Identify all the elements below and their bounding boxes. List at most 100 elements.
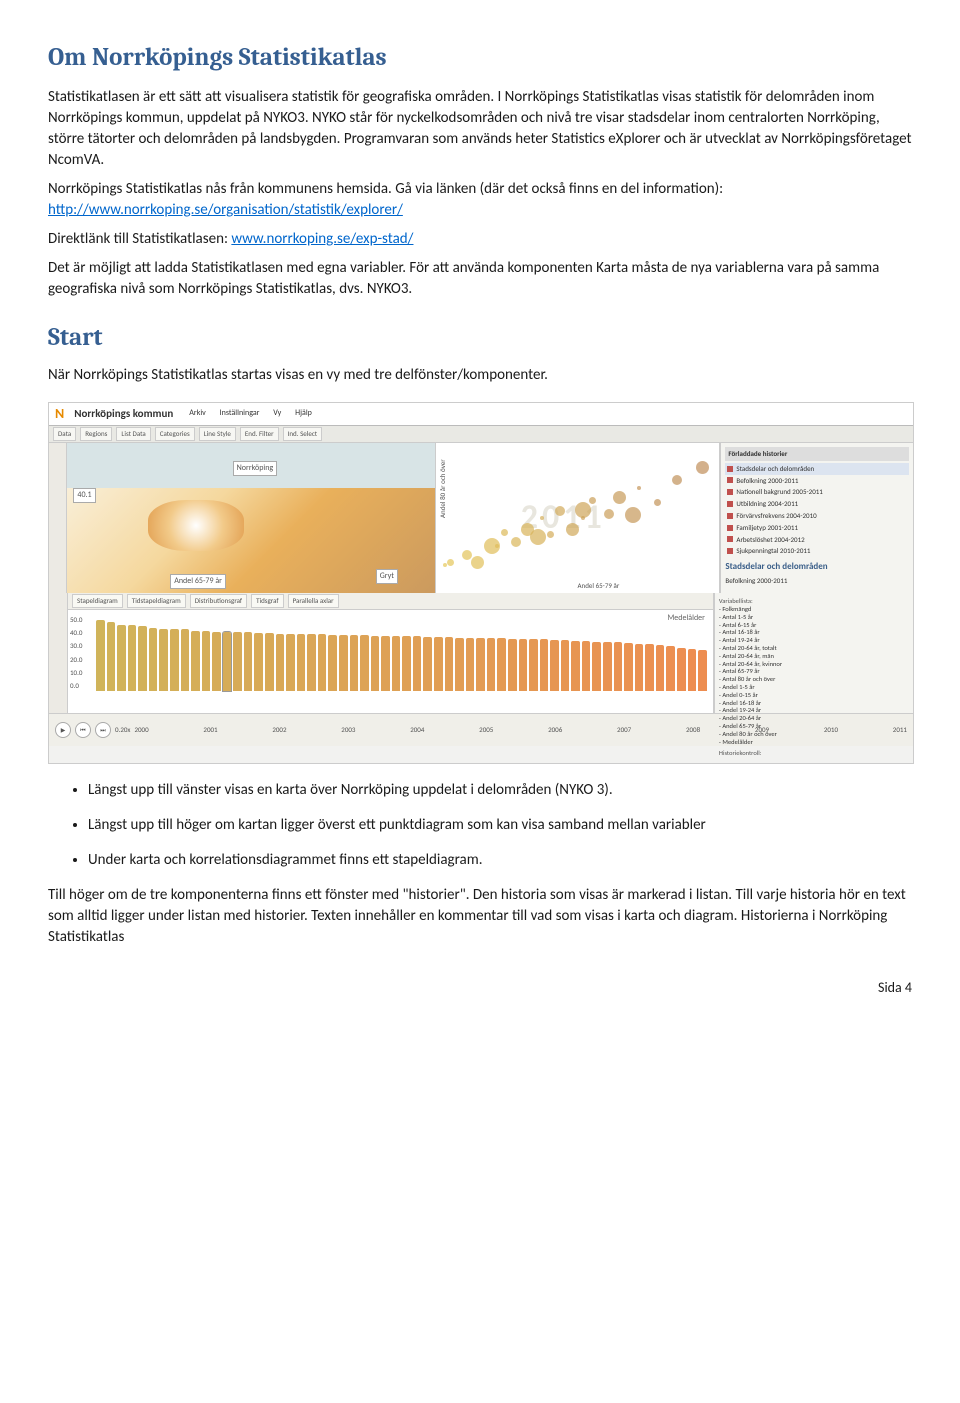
story-item[interactable]: Familjetyp 2001-2011 (725, 522, 909, 534)
scatter-dot[interactable] (654, 499, 661, 506)
toolbar-ind-select[interactable]: Ind. Select (283, 427, 323, 441)
bar[interactable] (466, 638, 475, 691)
bar[interactable] (212, 632, 221, 691)
bar[interactable] (350, 635, 359, 691)
hist-btn-skapa[interactable]: Skapa (719, 763, 742, 764)
bar[interactable] (191, 631, 200, 691)
scatter-dot[interactable] (547, 531, 554, 538)
bar[interactable] (677, 648, 686, 691)
story-item[interactable]: Nationell bakgrund 2005-2011 (725, 486, 909, 498)
bar[interactable] (381, 636, 390, 691)
bar-tab-tidstapeldiagram[interactable]: Tidstapeldiagram (127, 594, 186, 608)
scatter-dot[interactable] (672, 475, 682, 485)
timeline-year[interactable]: 2006 (548, 725, 562, 735)
timeline-year[interactable]: 2005 (479, 725, 493, 735)
scatter-dot[interactable] (447, 559, 454, 566)
scatter-dot[interactable] (589, 497, 596, 504)
bar[interactable] (413, 636, 422, 691)
bar-tab-stapeldiagram[interactable]: Stapeldiagram (72, 594, 123, 608)
bar[interactable] (434, 637, 443, 691)
bar[interactable] (181, 629, 190, 691)
toolbar-line-style[interactable]: Line Style (199, 427, 236, 441)
scatter-dot[interactable] (471, 556, 484, 569)
scatter-dot[interactable] (495, 544, 499, 548)
toolbar-categories[interactable]: Categories (155, 427, 195, 441)
toolbar-data[interactable]: Data (53, 427, 76, 441)
menu-hjalp[interactable]: Hjälp (295, 408, 312, 418)
hist-btn-ta bort[interactable]: Ta bort (834, 763, 861, 764)
timeline-year[interactable]: 2011 (893, 725, 907, 735)
link-explorer[interactable]: http://www.norrkoping.se/organisation/st… (48, 201, 403, 219)
bar[interactable] (624, 643, 633, 691)
scatter-dot[interactable] (511, 537, 521, 547)
toolbar-list-data[interactable]: List Data (116, 427, 150, 441)
story-item[interactable]: Förvärvsfrekvens 2004-2010 (725, 510, 909, 522)
timeline-year[interactable]: 2010 (824, 725, 838, 735)
bar[interactable] (128, 625, 137, 691)
hist-btn-redigera[interactable]: Redigera (745, 763, 776, 764)
play-button-icon[interactable]: ▶ (55, 722, 71, 738)
bar[interactable] (223, 632, 232, 691)
hist-btn-spara[interactable]: Spara (808, 763, 831, 764)
bar[interactable] (656, 645, 665, 691)
bar[interactable] (286, 634, 295, 691)
bar[interactable] (592, 642, 601, 691)
bar[interactable] (445, 637, 454, 691)
bar-tab-tidsgraf[interactable]: Tidsgraf (251, 594, 283, 608)
scatter-dot[interactable] (540, 516, 544, 520)
bar[interactable] (423, 637, 432, 691)
bar-tab-parallella axlar[interactable]: Parallella axlar (288, 594, 339, 608)
bar[interactable] (170, 629, 179, 691)
scatter-dot[interactable] (625, 507, 641, 523)
timeline-year[interactable]: 2000 (134, 725, 148, 735)
bar-panel[interactable]: Stapeldiagram Tidstapeldiagram Distributio… (68, 593, 714, 713)
scatter-dot[interactable] (604, 509, 614, 519)
map-panel[interactable]: 40.1 Norrköping Gryt Andel 65-79 år (67, 443, 435, 593)
bar[interactable] (476, 638, 485, 691)
timeline-year[interactable]: 2003 (341, 725, 355, 735)
menu-arkiv[interactable]: Arkiv (189, 408, 206, 418)
toolbar-regions[interactable]: Regions (80, 427, 112, 441)
bar[interactable] (519, 639, 528, 691)
scatter-dot[interactable] (530, 529, 546, 545)
bar[interactable] (276, 634, 285, 691)
story-item[interactable]: Stadsdelar och delområden (725, 463, 909, 475)
scatter-dot[interactable] (443, 563, 447, 567)
scatter-dot[interactable] (637, 486, 641, 490)
bar[interactable] (244, 632, 253, 691)
scatter-dot[interactable] (501, 529, 508, 536)
bar[interactable] (339, 635, 348, 691)
bar[interactable] (107, 622, 116, 691)
bar[interactable] (455, 638, 464, 691)
link-exp-stad[interactable]: www.norrkoping.se/exp-stad/ (231, 230, 413, 248)
bar[interactable] (307, 634, 316, 691)
scatter-dot[interactable] (613, 491, 626, 504)
scatter-dot[interactable] (566, 523, 579, 536)
bar[interactable] (529, 639, 538, 691)
bar-tab-distributionsgraf[interactable]: Distributionsgraf (190, 594, 247, 608)
bar[interactable] (571, 641, 580, 691)
bar[interactable] (138, 626, 147, 691)
bar[interactable] (117, 625, 126, 691)
bar[interactable] (487, 638, 496, 691)
bar[interactable] (561, 640, 570, 691)
scatter-dot[interactable] (696, 461, 709, 474)
bar[interactable] (318, 634, 327, 691)
bar[interactable] (297, 634, 306, 691)
toolbar-end-filter[interactable]: End. Filter (240, 427, 279, 441)
bar[interactable] (603, 642, 612, 691)
timeline-year[interactable]: 2004 (410, 725, 424, 735)
bar[interactable] (328, 635, 337, 691)
bar[interactable] (666, 646, 675, 691)
scatter-dot[interactable] (581, 516, 585, 520)
timeline-year[interactable]: 2009 (755, 725, 769, 735)
bar[interactable] (508, 639, 517, 691)
timeline-year[interactable]: 2002 (272, 725, 286, 735)
story-item[interactable]: Utbildning 2004-2011 (725, 498, 909, 510)
story-item[interactable]: Sjukpenningtal 2010-2011 (725, 545, 909, 557)
bar[interactable] (392, 636, 401, 691)
bar[interactable] (360, 635, 369, 691)
bar[interactable] (96, 620, 105, 691)
scatter-panel[interactable]: 2011 Andel 65-79 år Andel 80 år och över (436, 443, 721, 593)
bar[interactable] (550, 640, 559, 691)
